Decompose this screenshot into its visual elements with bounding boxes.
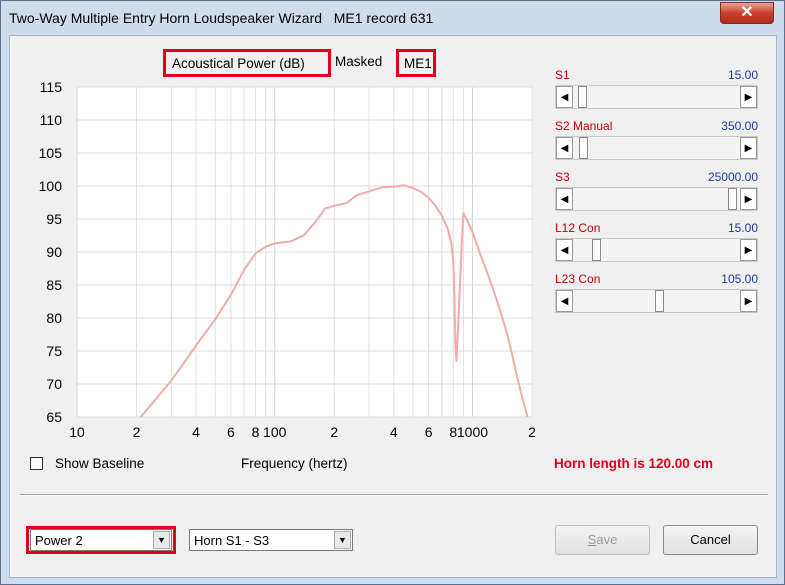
x-tick-label: 4 bbox=[390, 424, 398, 440]
power-chart: 1151101051009590858075706510 2 4 6 8 100 2 4 6 8 1… bbox=[39, 79, 536, 440]
slider-label: S1 bbox=[555, 68, 570, 82]
x-tick-label: 2 bbox=[528, 424, 536, 440]
y-tick-label: 90 bbox=[46, 244, 62, 260]
slider-label: L23 Con bbox=[555, 272, 601, 286]
chevron-down-icon[interactable]: ▼ bbox=[334, 531, 351, 549]
chevron-right-icon[interactable]: ▶ bbox=[740, 188, 757, 210]
chevron-left-icon[interactable]: ◀ bbox=[556, 239, 573, 261]
x-tick-label: 8 bbox=[252, 424, 260, 440]
show-baseline-label: Show Baseline bbox=[55, 456, 145, 471]
y-tick-label: 75 bbox=[46, 343, 62, 359]
frequency-axis-label: Frequency (hertz) bbox=[241, 456, 348, 471]
x-tick-label: 2 bbox=[330, 424, 338, 440]
slider-value: 15.00 bbox=[727, 221, 758, 235]
show-baseline-checkbox[interactable]: Show Baseline bbox=[30, 456, 160, 474]
y-tick-label: 115 bbox=[40, 79, 63, 95]
chevron-down-icon[interactable]: ▼ bbox=[153, 531, 170, 549]
y-tick-label: 95 bbox=[46, 211, 62, 227]
chevron-right-icon[interactable]: ▶ bbox=[740, 137, 757, 159]
wizard-window: Two-Way Multiple Entry Horn Loudspeaker … bbox=[0, 0, 785, 585]
cancel-label: Cancel bbox=[690, 532, 731, 547]
title-bar[interactable]: Two-Way Multiple Entry Horn Loudspeaker … bbox=[1, 1, 784, 35]
y-tick-label: 100 bbox=[39, 178, 63, 194]
slider-thumb[interactable] bbox=[592, 239, 601, 261]
slider-track[interactable] bbox=[573, 188, 740, 210]
chevron-right-icon[interactable]: ▶ bbox=[740, 239, 757, 261]
x-tick-label: 6 bbox=[227, 424, 235, 440]
slider-track[interactable] bbox=[573, 86, 740, 108]
horn-select[interactable]: Horn S1 - S3 ▼ bbox=[189, 529, 353, 551]
wizard-client-area: Acoustical Power (dB) Masked ME1 115 110 1… bbox=[9, 35, 777, 578]
checkbox-box[interactable] bbox=[30, 457, 43, 470]
x-tick-label: 1000 bbox=[457, 424, 488, 440]
chevron-right-icon[interactable]: ▶ bbox=[740, 86, 757, 108]
chevron-left-icon[interactable]: ◀ bbox=[556, 188, 573, 210]
slider-label: S3 bbox=[555, 170, 570, 184]
horn-select-value: Horn S1 - S3 bbox=[194, 533, 270, 548]
slider-thumb[interactable] bbox=[579, 137, 588, 159]
power-select[interactable]: Power 2 ▼ bbox=[30, 529, 172, 551]
cancel-button[interactable]: Cancel bbox=[663, 525, 758, 555]
slider-track[interactable] bbox=[573, 137, 740, 159]
close-button[interactable]: ✕ bbox=[720, 2, 774, 24]
slider-scrollbar[interactable]: ◀ ▶ bbox=[555, 238, 758, 262]
x-tick-label: 100 bbox=[263, 424, 287, 440]
y-tick-label: 65 bbox=[46, 409, 62, 425]
slider-scrollbar[interactable]: ◀ ▶ bbox=[555, 289, 758, 313]
slider-value: 105.00 bbox=[721, 272, 758, 286]
power-select-value: Power 2 bbox=[35, 533, 83, 548]
slider-value: 15.00 bbox=[727, 68, 758, 82]
close-icon: ✕ bbox=[740, 4, 754, 21]
slider-thumb[interactable] bbox=[578, 86, 587, 108]
y-tick-label: 80 bbox=[46, 310, 62, 326]
x-tick-label: 6 bbox=[425, 424, 433, 440]
separator bbox=[20, 494, 768, 496]
x-tick-label: 4 bbox=[192, 424, 200, 440]
chevron-right-icon[interactable]: ▶ bbox=[740, 290, 757, 312]
slider-track[interactable] bbox=[573, 290, 740, 312]
save-label-rest: ave bbox=[596, 532, 618, 547]
slider-value: 25000.00 bbox=[707, 170, 758, 184]
horn-length-label: Horn length is 120.00 cm bbox=[554, 456, 714, 471]
y-tick-label: 105 bbox=[39, 145, 63, 161]
slider-scrollbar[interactable]: ◀ ▶ bbox=[555, 187, 758, 211]
chevron-left-icon[interactable]: ◀ bbox=[556, 137, 573, 159]
slider-label: L12 Con bbox=[555, 221, 601, 235]
slider-thumb[interactable] bbox=[655, 290, 664, 312]
slider-track[interactable] bbox=[573, 239, 740, 261]
slider-value: 350.00 bbox=[721, 119, 758, 133]
x-tick-label: 2 bbox=[133, 424, 141, 440]
y-tick-label: 70 bbox=[46, 376, 62, 392]
slider-scrollbar[interactable]: ◀ ▶ bbox=[555, 136, 758, 160]
x-tick-label: 10 bbox=[69, 424, 85, 440]
save-button[interactable]: Save bbox=[555, 525, 650, 555]
chevron-left-icon[interactable]: ◀ bbox=[556, 86, 573, 108]
slider-label: S2 Manual bbox=[555, 119, 613, 133]
y-tick-label: 110 bbox=[40, 112, 63, 128]
chevron-left-icon[interactable]: ◀ bbox=[556, 290, 573, 312]
slider-scrollbar[interactable]: ◀ ▶ bbox=[555, 85, 758, 109]
window-title: Two-Way Multiple Entry Horn Loudspeaker … bbox=[9, 10, 434, 26]
slider-thumb[interactable] bbox=[728, 188, 737, 210]
y-tick-label: 85 bbox=[46, 277, 62, 293]
